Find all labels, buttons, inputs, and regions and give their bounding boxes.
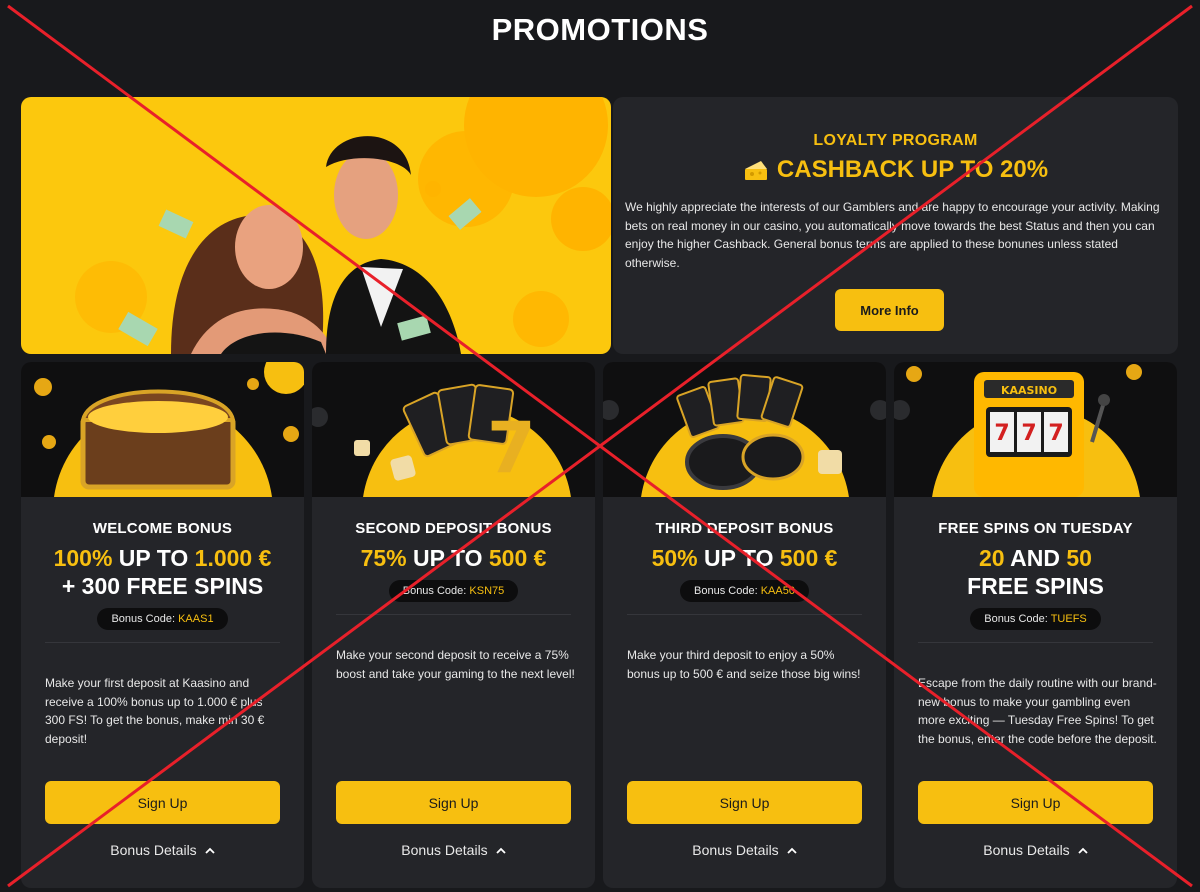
poker-chips-image — [603, 362, 886, 497]
promo-card-third-deposit: THIRD DEPOSIT BONUS 50% UP TO 500 € Bonu… — [603, 362, 886, 888]
svg-text:7: 7 — [487, 407, 536, 489]
offer-count-b: 50 — [1066, 545, 1092, 571]
promo-card-second-deposit: 7 SECOND DEPOSIT BONUS 75% UP TO 500 € B… — [312, 362, 595, 888]
offer-connector: AND — [1004, 545, 1067, 571]
slot-machine-logo: KAASINO — [1001, 384, 1057, 397]
divider — [45, 642, 280, 643]
bonus-details-label: Bonus Details — [110, 842, 197, 858]
loyalty-panel: LOYALTY PROGRAM CASHBACK UP TO 20% We hi… — [613, 97, 1178, 354]
treasure-chest-image — [21, 362, 304, 497]
card-title: FREE SPINS ON TUESDAY — [938, 520, 1133, 537]
offer-percent: 100% — [53, 545, 113, 571]
more-info-button[interactable]: More Info — [835, 289, 944, 331]
bonus-code-row: Bonus Code: KAA50 — [603, 580, 886, 602]
chevron-up-icon — [205, 847, 215, 854]
sign-up-button[interactable]: Sign Up — [627, 781, 862, 824]
bonus-code-label: Bonus Code: — [111, 613, 179, 625]
offer-connector: UP TO — [697, 545, 780, 571]
offer-connector: UP TO — [112, 545, 195, 571]
offer-amount: 500 € — [488, 545, 547, 571]
bonus-code: KSN75 — [469, 585, 505, 597]
bonus-details-toggle[interactable]: Bonus Details — [21, 842, 304, 858]
sign-up-button[interactable]: Sign Up — [45, 781, 280, 824]
card-offer: 50% UP TO 500 € — [603, 544, 886, 572]
svg-text:7: 7 — [1048, 421, 1063, 446]
loyalty-description: We highly appreciate the interests of ou… — [625, 200, 1160, 270]
playing-cards-image: 7 — [312, 362, 595, 497]
chevron-up-icon — [496, 847, 506, 854]
bonus-code-row: Bonus Code: KAAS1 — [21, 608, 304, 630]
offer-percent: 75% — [360, 545, 407, 571]
bonus-code-row: Bonus Code: KSN75 — [312, 580, 595, 602]
card-title: THIRD DEPOSIT BONUS — [655, 520, 834, 537]
bonus-details-toggle[interactable]: Bonus Details — [603, 842, 886, 858]
loyalty-headline: CASHBACK UP TO 20% — [625, 156, 1166, 184]
slot-machine-image: KAASINO 7 7 7 — [894, 362, 1177, 497]
bonus-details-label: Bonus Details — [692, 842, 779, 858]
sign-up-button[interactable]: Sign Up — [336, 781, 571, 824]
chevron-up-icon — [787, 847, 797, 854]
card-description: Escape from the daily routine with our b… — [918, 676, 1157, 746]
offer-percent: 50% — [651, 545, 698, 571]
card-title: WELCOME BONUS — [92, 520, 233, 537]
bonus-code-label: Bonus Code: — [984, 613, 1051, 625]
card-title: SECOND DEPOSIT BONUS — [355, 520, 552, 537]
bonus-code-label: Bonus Code: — [694, 585, 761, 597]
bonus-details-label: Bonus Details — [401, 842, 488, 858]
loyalty-label: LOYALTY PROGRAM — [813, 132, 978, 149]
card-offer: 100% UP TO 1.000 € + 300 FREE SPINS — [21, 544, 304, 600]
bonus-code: KAAS1 — [178, 613, 214, 625]
bonus-code-pill[interactable]: Bonus Code: KAAS1 — [97, 608, 228, 630]
offer-count-a: 20 — [979, 545, 1005, 571]
offer-amount: 500 € — [779, 545, 838, 571]
promo-card-welcome: WELCOME BONUS 100% UP TO 1.000 € + 300 F… — [21, 362, 304, 888]
bonus-code-pill[interactable]: Bonus Code: TUEFS — [970, 608, 1101, 630]
bonus-details-toggle[interactable]: Bonus Details — [312, 842, 595, 858]
offer-extra: + 300 FREE SPINS — [61, 573, 264, 599]
offer-connector: UP TO — [406, 545, 489, 571]
promo-card-free-spins: KAASINO 7 7 7 FREE SPINS ON TUESDAY 20 A… — [894, 362, 1177, 888]
divider — [627, 614, 862, 615]
card-description: Make your second deposit to receive a 75… — [336, 648, 575, 681]
svg-text:7: 7 — [1021, 421, 1036, 446]
loyalty-hero-image — [21, 97, 611, 354]
cashback-headline: CASHBACK UP TO 20% — [776, 156, 1049, 183]
bonus-code-pill[interactable]: Bonus Code: KSN75 — [388, 580, 519, 602]
card-description: Make your first deposit at Kaasino and r… — [45, 676, 265, 746]
bonus-code-pill[interactable]: Bonus Code: KAA50 — [680, 580, 809, 602]
offer-amount: 1.000 € — [194, 545, 272, 571]
svg-text:7: 7 — [994, 421, 1009, 446]
divider — [336, 614, 571, 615]
bonus-code-label: Bonus Code: — [402, 585, 470, 597]
sign-up-button[interactable]: Sign Up — [918, 781, 1153, 824]
bonus-details-toggle[interactable]: Bonus Details — [894, 842, 1177, 858]
bonus-details-label: Bonus Details — [983, 842, 1070, 858]
card-offer: 75% UP TO 500 € — [312, 544, 595, 572]
card-offer: 20 AND 50 FREE SPINS — [894, 544, 1177, 600]
card-description: Make your third deposit to enjoy a 50% b… — [627, 648, 861, 681]
chevron-up-icon — [1078, 847, 1088, 854]
bonus-code: TUEFS — [1050, 613, 1087, 625]
divider — [918, 642, 1153, 643]
bonus-code: KAA50 — [760, 585, 795, 597]
page-title: PROMOTIONS — [491, 12, 709, 47]
offer-extra: FREE SPINS — [967, 573, 1104, 599]
cheese-icon — [743, 159, 769, 181]
bonus-code-row: Bonus Code: TUEFS — [894, 608, 1177, 630]
